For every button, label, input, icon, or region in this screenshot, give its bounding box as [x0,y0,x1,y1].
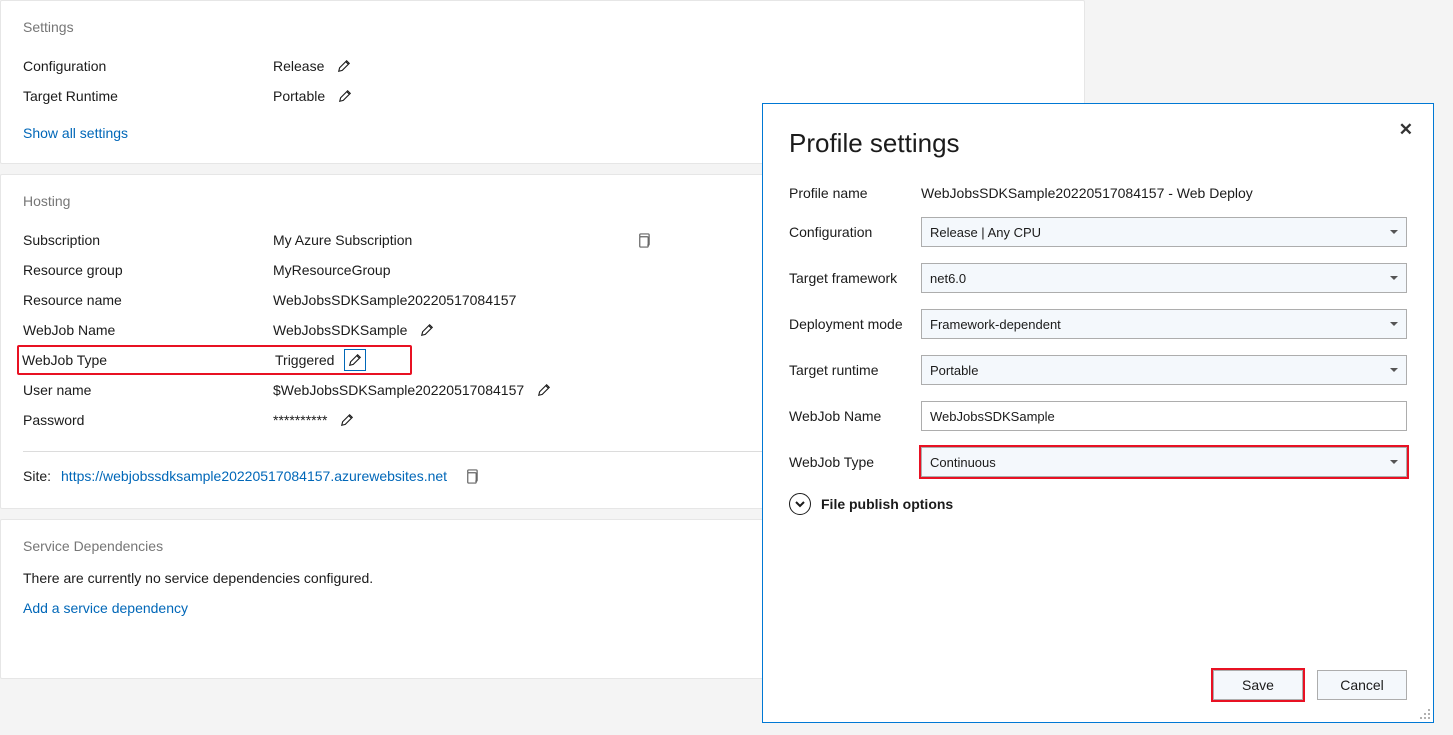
pencil-icon [338,89,352,103]
pencil-icon [340,413,354,427]
target-framework-select-value: net6.0 [930,271,966,286]
cancel-button[interactable]: Cancel [1317,670,1407,700]
edit-password-button[interactable] [337,410,357,430]
profile-name-value: WebJobsSDKSample20220517084157 - Web Dep… [921,185,1253,201]
copy-subscription-button[interactable] [633,230,653,250]
webjob-type-value: Triggered [275,352,334,368]
subscription-value: My Azure Subscription [273,232,412,248]
pencil-icon [420,323,434,337]
password-value: ********** [273,412,327,428]
deployment-mode-row: Deployment mode Framework-dependent [789,309,1407,339]
configuration-select[interactable]: Release | Any CPU [921,217,1407,247]
resize-grip-icon[interactable] [1419,708,1431,720]
target-runtime-label: Target Runtime [23,88,273,104]
webjob-type-label: WebJob Type [22,352,275,368]
subscription-label: Subscription [23,232,273,248]
dialog-configuration-label: Configuration [789,224,921,240]
edit-webjob-name-button[interactable] [417,320,437,340]
dialog-configuration-row: Configuration Release | Any CPU [789,217,1407,247]
configuration-row: Configuration Release [23,51,1062,81]
dialog-webjob-name-label: WebJob Name [789,408,921,424]
site-label: Site: [23,468,51,484]
settings-heading: Settings [23,19,1062,35]
target-runtime-value: Portable [273,88,325,104]
dialog-webjob-type-row: WebJob Type Continuous [789,447,1407,477]
chevron-down-icon [1390,276,1398,280]
dialog-target-runtime-row: Target runtime Portable [789,355,1407,385]
chevron-down-icon [1390,322,1398,326]
target-framework-row: Target framework net6.0 [789,263,1407,293]
target-runtime-select[interactable]: Portable [921,355,1407,385]
profile-name-label: Profile name [789,185,921,201]
target-framework-label: Target framework [789,270,921,286]
configuration-select-value: Release | Any CPU [930,225,1041,240]
copy-icon [464,469,479,484]
target-framework-select[interactable]: net6.0 [921,263,1407,293]
webjob-type-row: WebJob Type Triggered [17,345,412,375]
expand-file-publish-button[interactable] [789,493,811,515]
save-button[interactable]: Save [1213,670,1303,700]
edit-username-button[interactable] [534,380,554,400]
copy-site-url-button[interactable] [461,466,481,486]
edit-webjob-type-button[interactable] [344,349,366,371]
resource-name-value: WebJobsSDKSample20220517084157 [273,292,516,308]
chevron-down-icon [795,499,805,509]
edit-target-runtime-button[interactable] [335,86,355,106]
webjob-name-input[interactable] [921,401,1407,431]
deployment-mode-select-value: Framework-dependent [930,317,1061,332]
edit-configuration-button[interactable] [334,56,354,76]
dialog-webjob-type-label: WebJob Type [789,454,921,470]
pencil-icon [348,353,362,367]
webjob-type-select-value: Continuous [930,455,996,470]
profile-settings-dialog: ✕ Profile settings Profile name WebJobsS… [762,103,1434,723]
chevron-down-icon [1390,230,1398,234]
configuration-label: Configuration [23,58,273,74]
resource-name-label: Resource name [23,292,273,308]
profile-name-row: Profile name WebJobsSDKSample20220517084… [789,185,1407,201]
pencil-icon [537,383,551,397]
configuration-value: Release [273,58,324,74]
resource-group-label: Resource group [23,262,273,278]
close-dialog-button[interactable]: ✕ [1399,120,1413,140]
file-publish-options-label: File publish options [821,496,953,512]
webjob-name-value: WebJobsSDKSample [273,322,407,338]
file-publish-options-row[interactable]: File publish options [789,493,1407,515]
username-value: $WebJobsSDKSample20220517084157 [273,382,524,398]
dialog-title: Profile settings [789,128,1407,159]
pencil-icon [337,59,351,73]
webjob-name-label: WebJob Name [23,322,273,338]
chevron-down-icon [1390,368,1398,372]
resource-group-value: MyResourceGroup [273,262,391,278]
dialog-webjob-name-row: WebJob Name [789,401,1407,431]
target-runtime-select-value: Portable [930,363,978,378]
username-label: User name [23,382,273,398]
deployment-mode-select[interactable]: Framework-dependent [921,309,1407,339]
password-label: Password [23,412,273,428]
chevron-down-icon [1390,460,1398,464]
webjob-type-select[interactable]: Continuous [921,447,1407,477]
deployment-mode-label: Deployment mode [789,316,921,332]
copy-icon [636,233,651,248]
site-url-link[interactable]: https://webjobssdksample20220517084157.a… [61,468,447,484]
dialog-target-runtime-label: Target runtime [789,362,921,378]
